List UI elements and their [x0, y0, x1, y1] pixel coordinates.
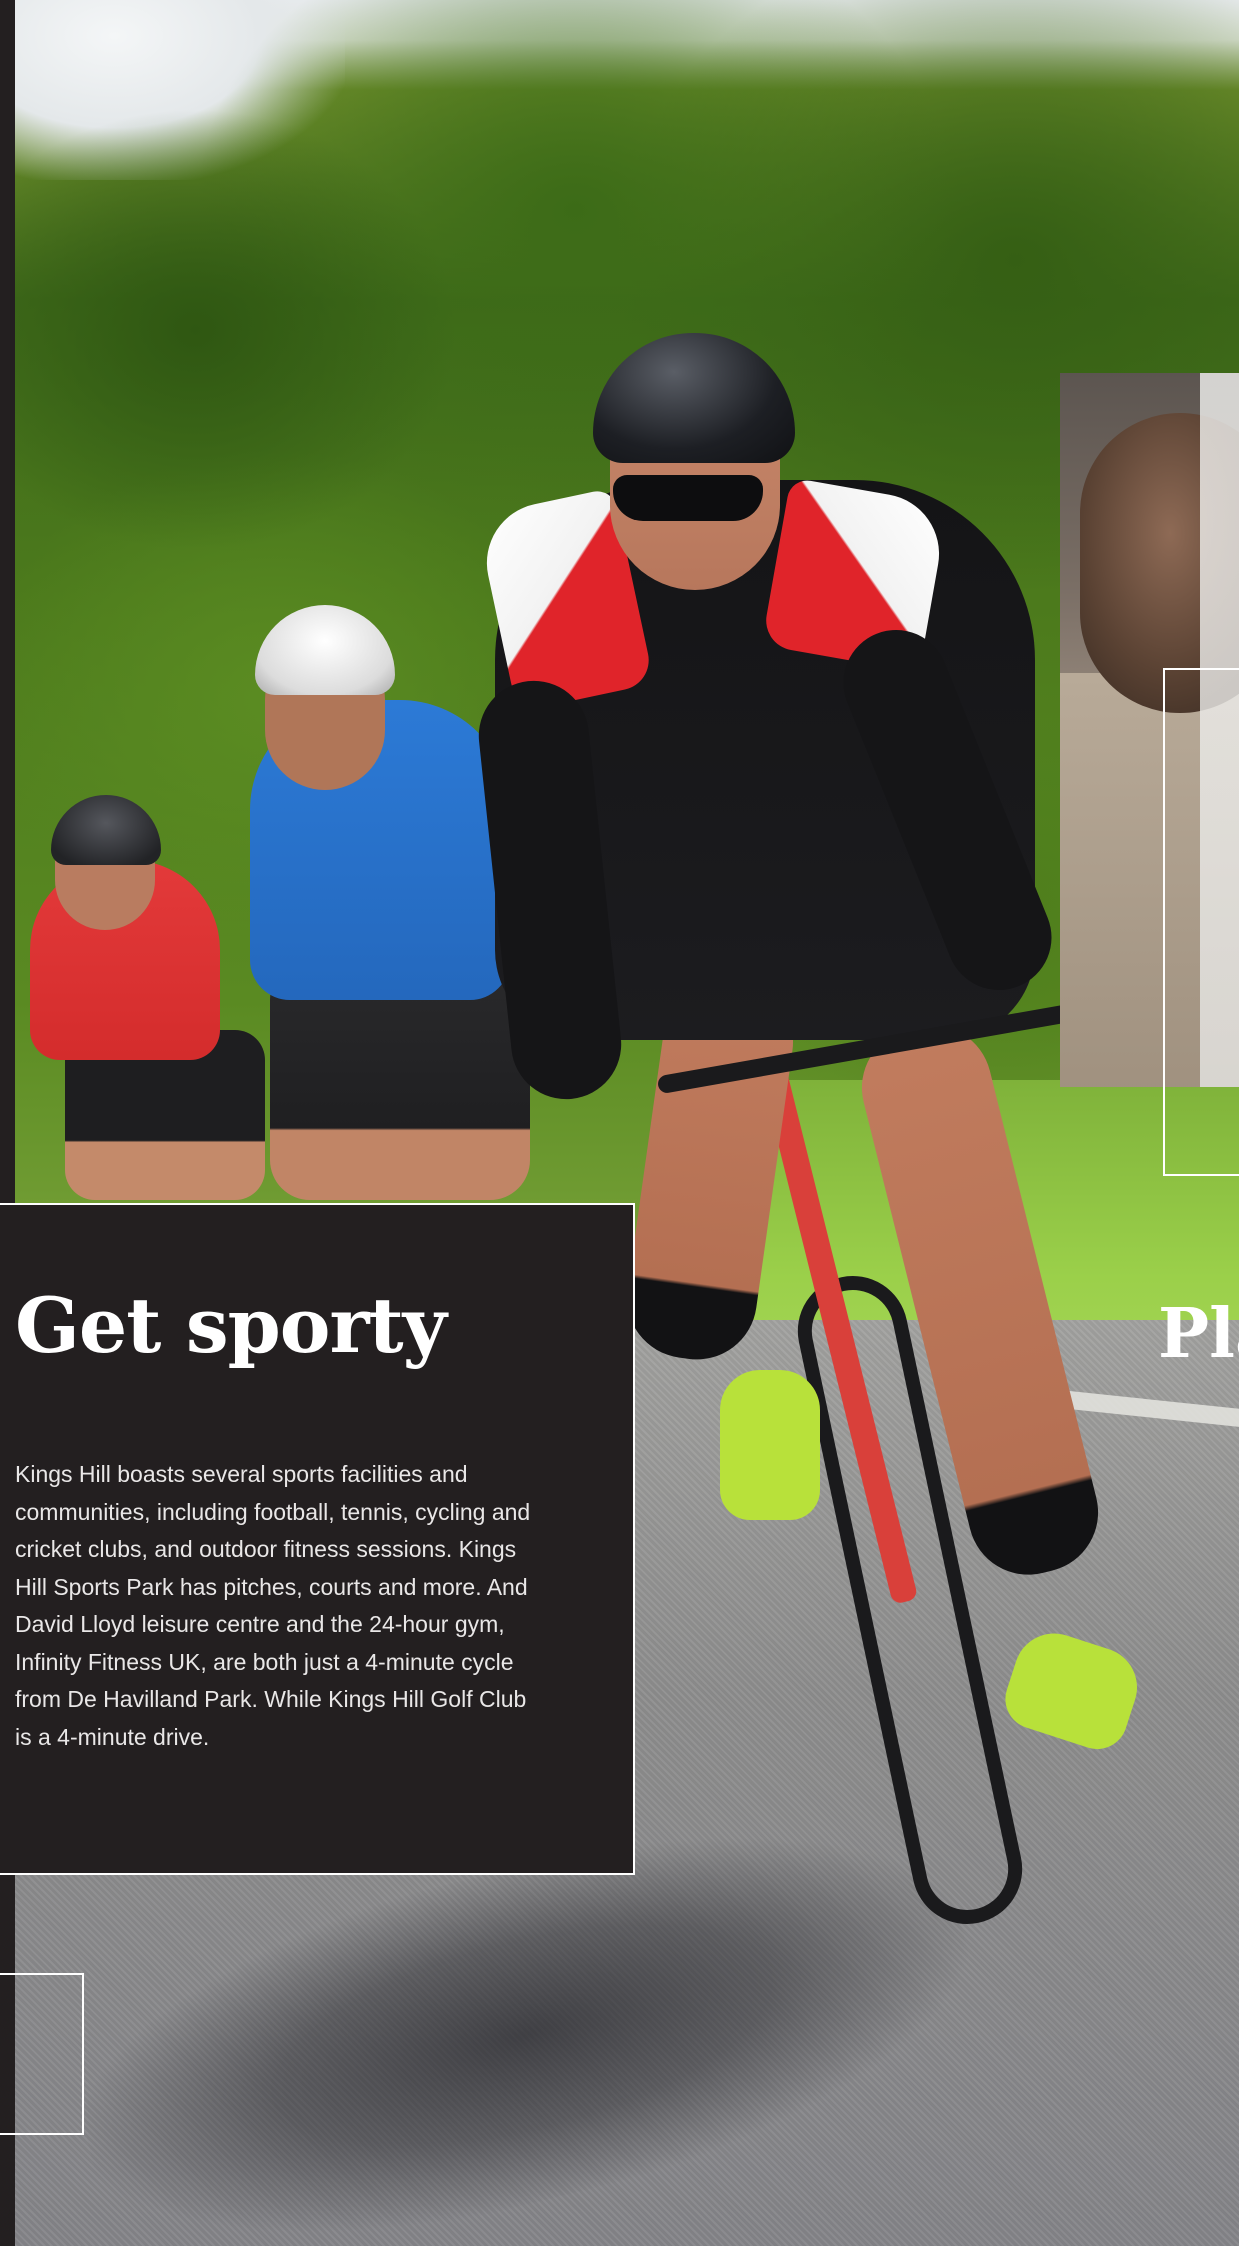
- next-section-title: Pla: [1158, 1300, 1239, 1368]
- decorative-outline-frame: [0, 1973, 84, 2135]
- left-edge-strip: [0, 0, 15, 2246]
- sport-section-body: Kings Hill boasts several sports facilit…: [15, 1461, 531, 1750]
- sport-section-title: Get sporty: [15, 1281, 447, 1370]
- cyclist-main-shoe-left: [720, 1370, 820, 1520]
- cyclist-main-sunglasses: [613, 475, 763, 521]
- next-section-outline-frame: [1163, 668, 1239, 1176]
- cyclists-photo: [15, 0, 1239, 2246]
- page: Get sporty Kings Hill boasts several spo…: [0, 0, 1239, 2246]
